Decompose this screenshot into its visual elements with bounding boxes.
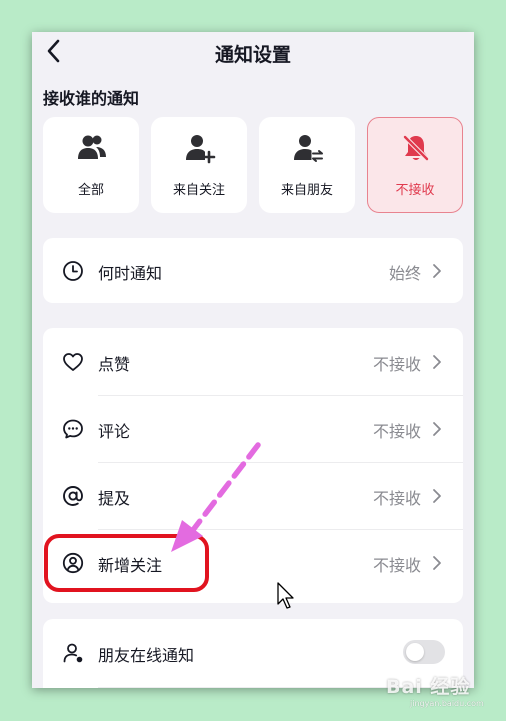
user-add-icon <box>186 135 216 164</box>
chevron-right-icon <box>433 264 441 278</box>
row-friends-online-label: 朋友在线通知 <box>98 646 195 665</box>
row-when-notify[interactable]: 何时通知 始终 <box>43 238 463 303</box>
row-likes-value: 不接收 <box>372 355 421 374</box>
row-when-label: 何时通知 <box>98 264 163 283</box>
option-none[interactable]: 不接收 <box>367 117 463 213</box>
clock-icon <box>63 261 83 281</box>
highlight-box <box>44 534 209 592</box>
option-friends[interactable]: 来自朋友 <box>259 117 355 213</box>
at-icon <box>63 486 83 506</box>
option-following[interactable]: 来自关注 <box>151 117 247 213</box>
page-title: 通知设置 <box>214 44 291 66</box>
row-when-value: 始终 <box>388 264 421 283</box>
row-mentions[interactable]: 提及 不接收 <box>43 462 463 529</box>
option-friends-label: 来自朋友 <box>280 183 333 198</box>
chevron-right-icon <box>433 556 441 570</box>
row-mentions-value: 不接收 <box>372 489 421 508</box>
header: 通知设置 <box>32 32 474 72</box>
when-card: 何时通知 始终 <box>43 238 463 303</box>
user-swap-icon <box>294 135 323 162</box>
chevron-right-icon <box>433 489 441 503</box>
row-comments[interactable]: 评论 不接收 <box>43 395 463 462</box>
row-mentions-label: 提及 <box>98 489 131 508</box>
chevron-right-icon <box>433 422 441 436</box>
option-none-label: 不接收 <box>395 183 435 198</box>
toggle-knob <box>406 643 424 661</box>
chevron-right-icon <box>433 355 441 369</box>
bell-off-icon <box>402 134 430 162</box>
row-likes-label: 点赞 <box>98 355 131 374</box>
watermark-brand: Bai 经验 <box>386 676 471 698</box>
heart-icon <box>63 353 83 371</box>
option-all-label: 全部 <box>77 183 104 198</box>
group-icon <box>78 135 106 159</box>
row-comments-label: 评论 <box>98 422 131 441</box>
row-comments-value: 不接收 <box>372 422 421 441</box>
comment-icon <box>63 419 83 439</box>
watermark-url: jingyan.baidu.com <box>410 699 484 708</box>
row-new-followers-value: 不接收 <box>372 556 421 575</box>
row-likes[interactable]: 点赞 不接收 <box>43 328 463 395</box>
user-online-icon <box>63 643 83 663</box>
option-following-label: 来自关注 <box>172 183 225 198</box>
receive-section-label: 接收谁的通知 <box>43 89 140 108</box>
option-all[interactable]: 全部 <box>43 117 139 213</box>
